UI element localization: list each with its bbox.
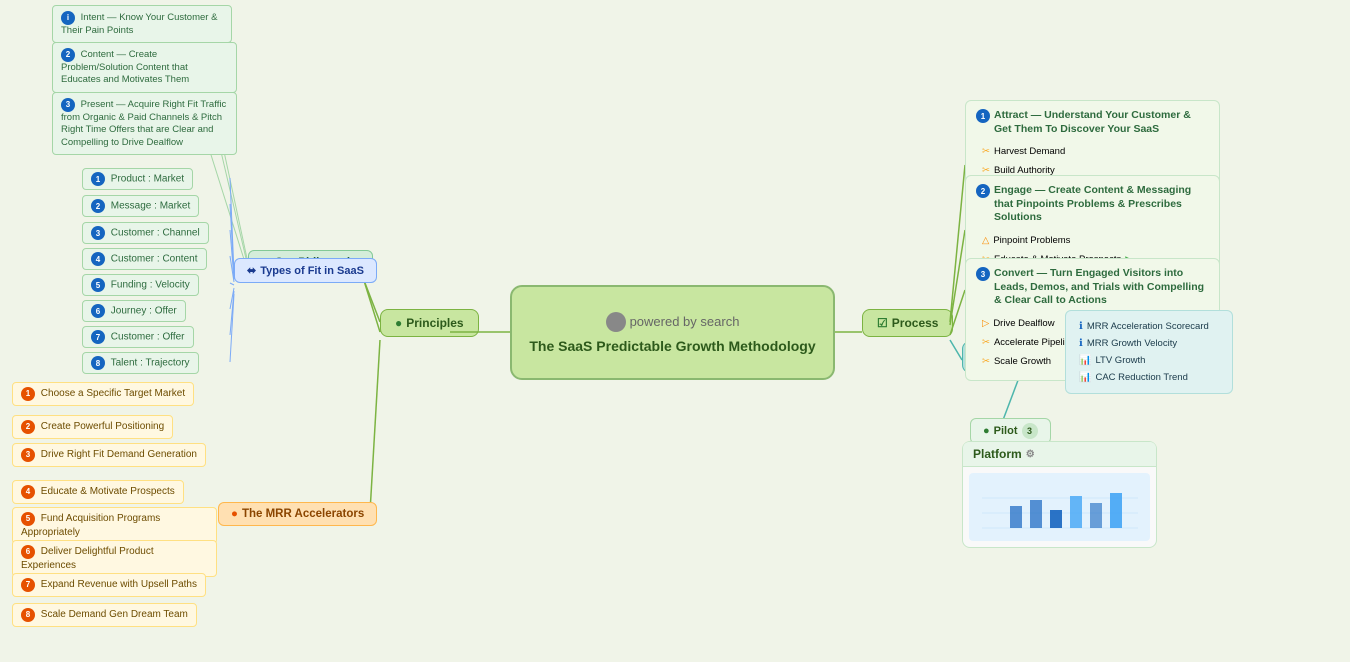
- logo-text: powered by search: [630, 314, 740, 329]
- progress-item-1: ℹ MRR Acceleration Scorecard: [1074, 319, 1224, 334]
- progress-item-2-text: MRR Growth Velocity: [1087, 338, 1177, 349]
- progress-items-box: ℹ MRR Acceleration Scorecard ℹ MRR Growt…: [1065, 310, 1233, 394]
- attract-item-1: ✂ Harvest Demand: [976, 143, 1209, 160]
- principles-dot: ●: [395, 316, 402, 330]
- progress-item-1-text: MRR Acceleration Scorecard: [1087, 321, 1209, 332]
- engage-item-1-text: Pinpoint Problems: [993, 235, 1070, 246]
- mrr-item-2-text: Create Powerful Positioning: [41, 421, 164, 432]
- attract-item-1-text: Harvest Demand: [994, 146, 1065, 157]
- mrr-icon: ●: [231, 508, 238, 520]
- sub-funding-velocity: 5 Funding : Velocity: [82, 274, 199, 296]
- mrr-item-1: 1 Choose a Specific Target Market: [12, 382, 194, 406]
- mrr-item-6-text: Deliver Delightful Product Experiences: [21, 546, 154, 571]
- philosophy-item-intent: i Intent — Know Your Customer & Their Pa…: [52, 5, 232, 43]
- pilot-num: 3: [1022, 423, 1038, 439]
- platform-chart: [980, 478, 1140, 536]
- mrr-label: The MRR Accelerators: [242, 508, 364, 520]
- sub-customer-content: 4 Customer : Content: [82, 248, 207, 270]
- philosophy-item-present: 3 Present — Acquire Right Fit Traffic fr…: [52, 92, 237, 155]
- sub-customer-channel: 3 Customer : Channel: [82, 222, 209, 244]
- process-label: Process: [892, 316, 939, 330]
- customer-content-text: Customer : Content: [111, 254, 198, 265]
- mrr-item-7-text: Expand Revenue with Upsell Paths: [41, 579, 197, 590]
- mrr-item-4-text: Educate & Motivate Prospects: [41, 486, 175, 497]
- center-node: powered by search The SaaS Predictable G…: [510, 285, 835, 380]
- types-label: Types of Fit in SaaS: [260, 265, 364, 277]
- types-icon: ⬌: [247, 264, 256, 277]
- mrr-item-2: 2 Create Powerful Positioning: [12, 415, 173, 439]
- sub-customer-offer: 7 Customer : Offer: [82, 326, 194, 348]
- types-header[interactable]: ⬌ Types of Fit in SaaS: [234, 258, 377, 283]
- talent-trajectory-text: Talent : Trajectory: [111, 358, 190, 369]
- convert-item-1-text: Drive Dealflow: [993, 318, 1054, 329]
- mrr-item-4: 4 Educate & Motivate Prospects: [12, 480, 184, 504]
- engage-num: 2: [976, 184, 990, 198]
- pilot-icon: ●: [983, 425, 990, 437]
- engage-item-1: △ Pinpoint Problems: [976, 232, 1209, 249]
- process-node[interactable]: ☑ Process: [862, 309, 953, 337]
- mrr-item-5-text: Fund Acquisition Programs Appropriately: [21, 513, 160, 538]
- convert-num: 3: [976, 267, 990, 281]
- platform-preview: [969, 473, 1150, 541]
- intent-text: Intent — Know Your Customer & Their Pain…: [61, 12, 217, 36]
- content-badge: 2: [61, 48, 75, 62]
- principles-node[interactable]: ● Principles: [380, 309, 479, 337]
- message-market-text: Message : Market: [111, 201, 190, 212]
- main-title: The SaaS Predictable Growth Methodology: [529, 338, 815, 354]
- mrr-item-1-text: Choose a Specific Target Market: [41, 388, 185, 399]
- process-check: ☑: [877, 316, 888, 330]
- platform-label: Platform: [973, 447, 1022, 461]
- logo-circle: [606, 312, 626, 332]
- platform-header: Platform ⚙: [963, 442, 1156, 467]
- sub-talent-trajectory: 8 Talent : Trajectory: [82, 352, 199, 374]
- present-text: Present — Acquire Right Fit Traffic from…: [61, 99, 226, 148]
- mrr-item-7: 7 Expand Revenue with Upsell Paths: [12, 573, 206, 597]
- principles-label: Principles: [406, 316, 463, 330]
- mrr-item-8: 8 Scale Demand Gen Dream Team: [12, 603, 197, 627]
- sub-message-market: 2 Message : Market: [82, 195, 199, 217]
- progress-item-4-text: CAC Reduction Trend: [1095, 372, 1187, 383]
- present-badge: 3: [61, 98, 75, 112]
- pilot-label: Pilot: [994, 425, 1018, 437]
- mrr-item-5: 5 Fund Acquisition Programs Appropriatel…: [12, 507, 217, 544]
- sub-journey-offer: 6 Journey : Offer: [82, 300, 186, 322]
- progress-item-3: 📊 LTV Growth: [1074, 353, 1224, 368]
- progress-item-3-text: LTV Growth: [1095, 355, 1145, 366]
- journey-offer-text: Journey : Offer: [111, 306, 177, 317]
- philosophy-item-content: 2 Content — Create Problem/Solution Cont…: [52, 42, 237, 93]
- customer-channel-text: Customer : Channel: [111, 228, 200, 239]
- convert-title: Convert — Turn Engaged Visitors into Lea…: [994, 267, 1209, 308]
- mrr-item-3-text: Drive Right Fit Demand Generation: [41, 449, 197, 460]
- content-text: Content — Create Problem/Solution Conten…: [61, 49, 189, 86]
- mrr-item-8-text: Scale Demand Gen Dream Team: [41, 609, 188, 620]
- intent-badge: i: [61, 11, 75, 25]
- mrr-header[interactable]: ● The MRR Accelerators: [218, 502, 377, 526]
- funding-velocity-text: Funding : Velocity: [111, 280, 190, 291]
- convert-item-3-text: Scale Growth: [994, 356, 1051, 367]
- progress-item-2: ℹ MRR Growth Velocity: [1074, 336, 1224, 351]
- platform-settings-icon: ⚙: [1026, 449, 1035, 460]
- sub-product-market: 1 Product : Market: [82, 168, 193, 190]
- engage-title: Engage — Create Content & Messaging that…: [994, 184, 1209, 225]
- mrr-item-6: 6 Deliver Delightful Product Experiences: [12, 540, 217, 577]
- customer-offer-text: Customer : Offer: [111, 332, 185, 343]
- attract-title: Attract — Understand Your Customer & Get…: [994, 109, 1209, 136]
- attract-num: 1: [976, 109, 990, 123]
- progress-item-4: 📊 CAC Reduction Trend: [1074, 370, 1224, 385]
- product-market-text: Product : Market: [111, 174, 184, 185]
- logo: powered by search: [606, 312, 740, 332]
- platform-node[interactable]: Platform ⚙: [962, 441, 1157, 548]
- mrr-item-3: 3 Drive Right Fit Demand Generation: [12, 443, 206, 467]
- convert-item-2-text: Accelerate Pipeline: [994, 337, 1075, 348]
